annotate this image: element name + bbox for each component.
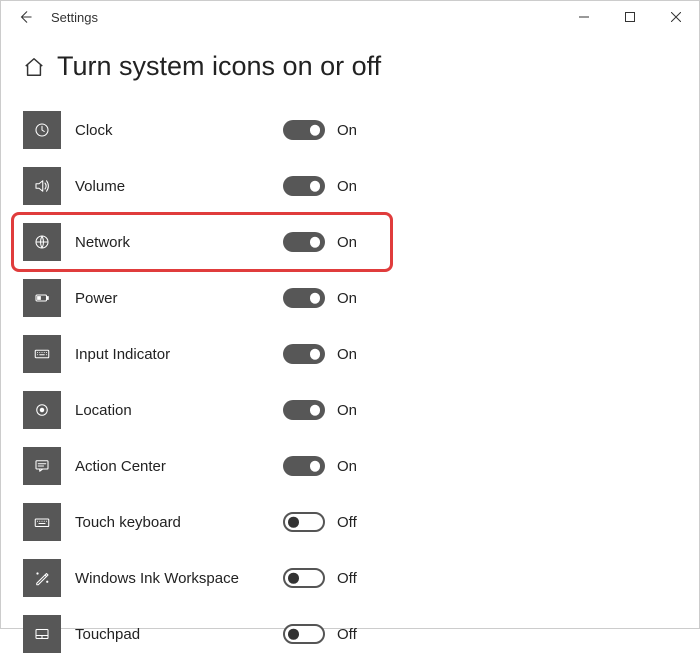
volume-icon — [23, 167, 61, 205]
row-touchpad: Touchpad Off — [1, 606, 699, 662]
row-input: Input Indicator On — [1, 326, 699, 382]
toggle-state-label: Off — [337, 514, 357, 531]
arrow-left-icon — [18, 10, 32, 24]
toggle-state-label: On — [337, 346, 357, 363]
touchkeyboard-icon — [23, 503, 61, 541]
close-button[interactable] — [653, 1, 699, 33]
page-title: Turn system icons on or off — [57, 51, 381, 82]
maximize-button[interactable] — [607, 1, 653, 33]
home-icon[interactable] — [23, 56, 45, 78]
location-icon — [23, 391, 61, 429]
toggle-state-label: On — [337, 122, 357, 139]
toggle-track — [283, 176, 325, 196]
row-label: Touchpad — [75, 626, 283, 643]
toggle-input[interactable]: On — [283, 344, 357, 364]
toggle-touchpad[interactable]: Off — [283, 624, 357, 644]
minimize-icon — [579, 12, 589, 22]
row-clock: Clock On — [1, 102, 699, 158]
toggle-thumb — [288, 573, 299, 584]
toggle-thumb — [288, 629, 299, 640]
window-controls — [561, 1, 699, 33]
toggle-network[interactable]: On — [283, 232, 357, 252]
toggle-track — [283, 512, 325, 532]
minimize-button[interactable] — [561, 1, 607, 33]
input-icon — [23, 335, 61, 373]
network-icon — [23, 223, 61, 261]
row-label: Windows Ink Workspace — [75, 570, 283, 587]
toggle-track — [283, 344, 325, 364]
row-label: Input Indicator — [75, 346, 283, 363]
settings-list: ClockOnVolumeOnNetworkOnPowerOnInput Ind… — [1, 92, 699, 662]
back-button[interactable] — [9, 1, 41, 33]
row-label: Location — [75, 402, 283, 419]
toggle-clock[interactable]: On — [283, 120, 357, 140]
toggle-track — [283, 456, 325, 476]
actioncenter-icon — [23, 447, 61, 485]
toggle-state-label: On — [337, 402, 357, 419]
toggle-track — [283, 568, 325, 588]
toggle-thumb — [310, 237, 321, 248]
toggle-state-label: On — [337, 290, 357, 307]
toggle-state-label: Off — [337, 626, 357, 643]
toggle-state-label: On — [337, 178, 357, 195]
toggle-actioncenter[interactable]: On — [283, 456, 357, 476]
row-location: Location On — [1, 382, 699, 438]
toggle-track — [283, 624, 325, 644]
row-volume: Volume On — [1, 158, 699, 214]
row-label: Touch keyboard — [75, 514, 283, 531]
row-label: Network — [75, 234, 283, 251]
clock-icon — [23, 111, 61, 149]
toggle-thumb — [310, 405, 321, 416]
row-actioncenter: Action Center On — [1, 438, 699, 494]
row-network: Network On — [1, 214, 699, 270]
toggle-thumb — [310, 461, 321, 472]
toggle-power[interactable]: On — [283, 288, 357, 308]
row-touchkeyboard: Touch keyboard Off — [1, 494, 699, 550]
toggle-thumb — [310, 181, 321, 192]
page-header: Turn system icons on or off — [1, 33, 699, 92]
titlebar: Settings — [1, 1, 699, 33]
toggle-thumb — [310, 125, 321, 136]
toggle-thumb — [310, 293, 321, 304]
toggle-state-label: Off — [337, 570, 357, 587]
power-icon — [23, 279, 61, 317]
close-icon — [671, 12, 681, 22]
toggle-track — [283, 232, 325, 252]
row-power: Power On — [1, 270, 699, 326]
row-label: Clock — [75, 122, 283, 139]
toggle-thumb — [288, 517, 299, 528]
toggle-track — [283, 400, 325, 420]
toggle-ink[interactable]: Off — [283, 568, 357, 588]
toggle-state-label: On — [337, 234, 357, 251]
row-ink: Windows Ink Workspace Off — [1, 550, 699, 606]
ink-icon — [23, 559, 61, 597]
toggle-state-label: On — [337, 458, 357, 475]
row-label: Power — [75, 290, 283, 307]
toggle-thumb — [310, 349, 321, 360]
maximize-icon — [625, 12, 635, 22]
toggle-track — [283, 288, 325, 308]
toggle-volume[interactable]: On — [283, 176, 357, 196]
app-title: Settings — [51, 10, 98, 25]
row-label: Volume — [75, 178, 283, 195]
row-label: Action Center — [75, 458, 283, 475]
toggle-touchkeyboard[interactable]: Off — [283, 512, 357, 532]
toggle-location[interactable]: On — [283, 400, 357, 420]
toggle-track — [283, 120, 325, 140]
touchpad-icon — [23, 615, 61, 653]
